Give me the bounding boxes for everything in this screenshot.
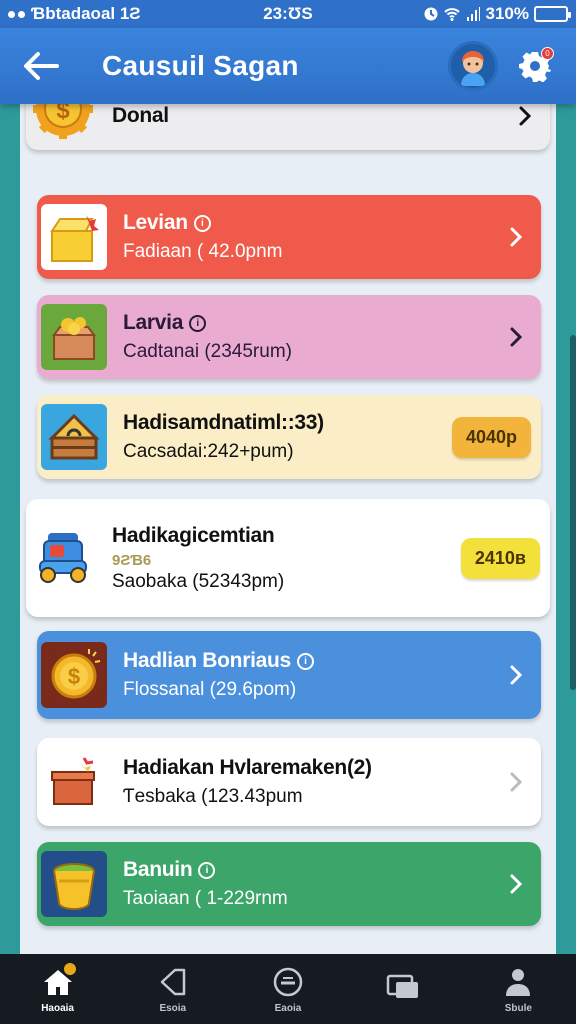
list-item-text: Larvia i Cadtanai (2345rum) bbox=[123, 311, 501, 363]
arrow-left-icon bbox=[24, 52, 59, 80]
list-item[interactable]: Hadisamdnatiml::33) Cacsadai:242+pum) 4040… bbox=[37, 395, 541, 479]
red-gift-box-icon bbox=[41, 749, 107, 815]
list-item-title-text: Hadisamdnatiml::33) bbox=[123, 411, 324, 434]
avatar[interactable] bbox=[448, 41, 498, 91]
list-item-title-text: Levian bbox=[123, 211, 188, 234]
list-item-subtitle: Fadiaan ( 42.0pnm bbox=[123, 241, 283, 262]
list-item-title-text: Larvia bbox=[123, 311, 184, 334]
list-item-subtitle: Flossanal (29.6pom) bbox=[123, 679, 297, 700]
info-icon[interactable]: i bbox=[193, 214, 211, 232]
reward-list: $ Donal Levian i Fadiaan ( 42.0pnm Larvia i Cad… bbox=[20, 104, 556, 956]
list-item-text: Levian i Fadiaan ( 42.0pnm bbox=[123, 211, 501, 263]
app-header: Causuil Sagan 0 bbox=[0, 28, 576, 104]
list-item[interactable]: $ Donal bbox=[26, 104, 550, 150]
list-item-subtitle: Cadtanai (2345rum) bbox=[123, 341, 292, 362]
status-left: Ɓbtadaoal 1Ƨ bbox=[8, 4, 208, 24]
cell-signal-icon bbox=[466, 7, 480, 21]
list-item-title-text: Donal bbox=[112, 104, 169, 127]
list-item[interactable]: Hadikagicemtian 9ƧƁ6 Saobaka (52343pm) 2410… bbox=[26, 499, 550, 617]
cards-icon bbox=[385, 970, 421, 1004]
signal-dots-icon bbox=[8, 10, 25, 18]
info-icon[interactable]: i bbox=[189, 314, 207, 332]
list-item-title-text: Hadlian Bonriaus bbox=[123, 649, 291, 672]
list-item-title: Hadiakan Hvlaremaken(2) bbox=[123, 756, 501, 780]
list-item-title: Levian i bbox=[123, 211, 501, 235]
list-item-title: Hadikagicemtian bbox=[112, 524, 461, 548]
bottom-nav: Haoaia Esoia Eaoia Sbule bbox=[0, 954, 576, 1024]
page-title: Causuil Sagan bbox=[102, 50, 299, 81]
tag-icon bbox=[155, 965, 191, 999]
info-icon[interactable]: i bbox=[198, 861, 216, 879]
info-icon[interactable]: i bbox=[296, 652, 314, 670]
chevron-right-icon[interactable] bbox=[501, 322, 531, 352]
chevron-right-icon[interactable] bbox=[510, 104, 540, 131]
nav-item-smile-circle[interactable]: Eaoia bbox=[238, 965, 338, 1014]
list-item-title: Hadlian Bonriaus i bbox=[123, 649, 501, 673]
list-item-text: Hadikagicemtian 9ƧƁ6 Saobaka (52343pm) bbox=[112, 524, 461, 593]
list-item-extra: 9ƧƁ6 bbox=[112, 551, 152, 569]
list-item-subtitle: Saobaka (52343pm) bbox=[112, 570, 285, 592]
list-item-title: Larvia i bbox=[123, 311, 501, 335]
nav-item-home[interactable]: Haoaia bbox=[8, 962, 108, 1014]
home-icon bbox=[40, 962, 76, 999]
list-item[interactable]: Banuin i Taoiaan ( 1-229rnm bbox=[37, 842, 541, 926]
alarm-icon bbox=[424, 7, 438, 21]
price-badge[interactable]: 4040p bbox=[451, 416, 531, 458]
nav-item-label: Eaoia bbox=[274, 1002, 302, 1014]
list-item-text: Banuin i Taoiaan ( 1-229rnm bbox=[123, 858, 501, 910]
person-icon bbox=[500, 965, 536, 999]
nav-item-cards[interactable] bbox=[353, 970, 453, 1008]
chevron-right-icon[interactable] bbox=[501, 660, 531, 690]
chevron-right-icon[interactable] bbox=[501, 767, 531, 797]
status-right: 310% bbox=[423, 4, 571, 24]
notification-badge: 0 bbox=[541, 47, 554, 60]
settings-button[interactable]: 0 bbox=[512, 43, 558, 89]
list-item-subtitle: Taoiaan ( 1-229rnm bbox=[123, 888, 288, 909]
list-item-text: Donal bbox=[112, 104, 510, 128]
chevron-right-icon[interactable] bbox=[501, 222, 531, 252]
nav-item-label: Haoaia bbox=[41, 1002, 74, 1014]
list-item-subtitle: Ƭesbaka (123.43pum bbox=[123, 786, 303, 807]
svg-text:$: $ bbox=[56, 104, 70, 124]
list-item-text: Hadiakan Hvlaremaken(2) Ƭesbaka (123.43pu… bbox=[123, 756, 501, 808]
treasure-box-icon bbox=[41, 304, 107, 370]
price-badge[interactable]: 2410в bbox=[460, 537, 540, 579]
wifi-icon bbox=[443, 8, 460, 21]
gold-coin-icon: $ bbox=[41, 642, 107, 708]
back-button[interactable] bbox=[18, 43, 64, 89]
list-item[interactable]: $ Hadlian Bonriaus i Flossanal (29.6pom) bbox=[37, 631, 541, 719]
nav-item-label: Sbule bbox=[504, 1002, 532, 1014]
list-item[interactable]: Levian i Fadiaan ( 42.0pnm bbox=[37, 195, 541, 279]
nav-item-person[interactable]: Sbule bbox=[468, 965, 568, 1014]
list-item-title: Banuin i bbox=[123, 858, 501, 882]
list-item-text: Hadlian Bonriaus i Flossanal (29.6pom) bbox=[123, 649, 501, 701]
battery-percent: 310% bbox=[485, 4, 529, 23]
status-bar: Ɓbtadaoal 1Ƨ 23:ƱS 310% bbox=[0, 0, 576, 28]
coin-gear-icon: $ bbox=[30, 104, 96, 142]
battery-icon bbox=[534, 6, 571, 22]
home-badge bbox=[63, 962, 76, 975]
list-item-text: Hadisamdnatiml::33)Cacsadai:242+pum) bbox=[123, 411, 452, 463]
chest-icon bbox=[41, 404, 107, 470]
user-avatar-icon bbox=[461, 51, 485, 86]
list-item[interactable]: Larvia i Cadtanai (2345rum) bbox=[37, 295, 541, 379]
svg-text:$: $ bbox=[68, 664, 80, 689]
carrier-label: Ɓbtadaoal 1Ƨ bbox=[31, 4, 141, 23]
list-item-title-text: Hadikagicemtian bbox=[112, 523, 275, 547]
gold-bucket-icon bbox=[41, 851, 107, 917]
nav-item-label: Esoia bbox=[159, 1002, 187, 1014]
list-item-title: Donal bbox=[112, 104, 510, 128]
list-item-title-text: Banuin bbox=[123, 858, 193, 881]
list-item-title: Hadisamdnatiml::33) bbox=[123, 411, 452, 435]
gift-box-icon bbox=[41, 204, 107, 270]
scrollbar[interactable] bbox=[570, 335, 576, 690]
chevron-right-icon[interactable] bbox=[501, 869, 531, 899]
car-robot-icon bbox=[30, 525, 96, 591]
list-item-subtitle: Cacsadai:242+pum) bbox=[123, 441, 294, 462]
smile-circle-icon bbox=[270, 965, 306, 999]
list-item-title-text: Hadiakan Hvlaremaken(2) bbox=[123, 756, 372, 779]
list-item[interactable]: Hadiakan Hvlaremaken(2) Ƭesbaka (123.43pu… bbox=[37, 738, 541, 826]
nav-item-tag[interactable]: Esoia bbox=[123, 965, 223, 1014]
